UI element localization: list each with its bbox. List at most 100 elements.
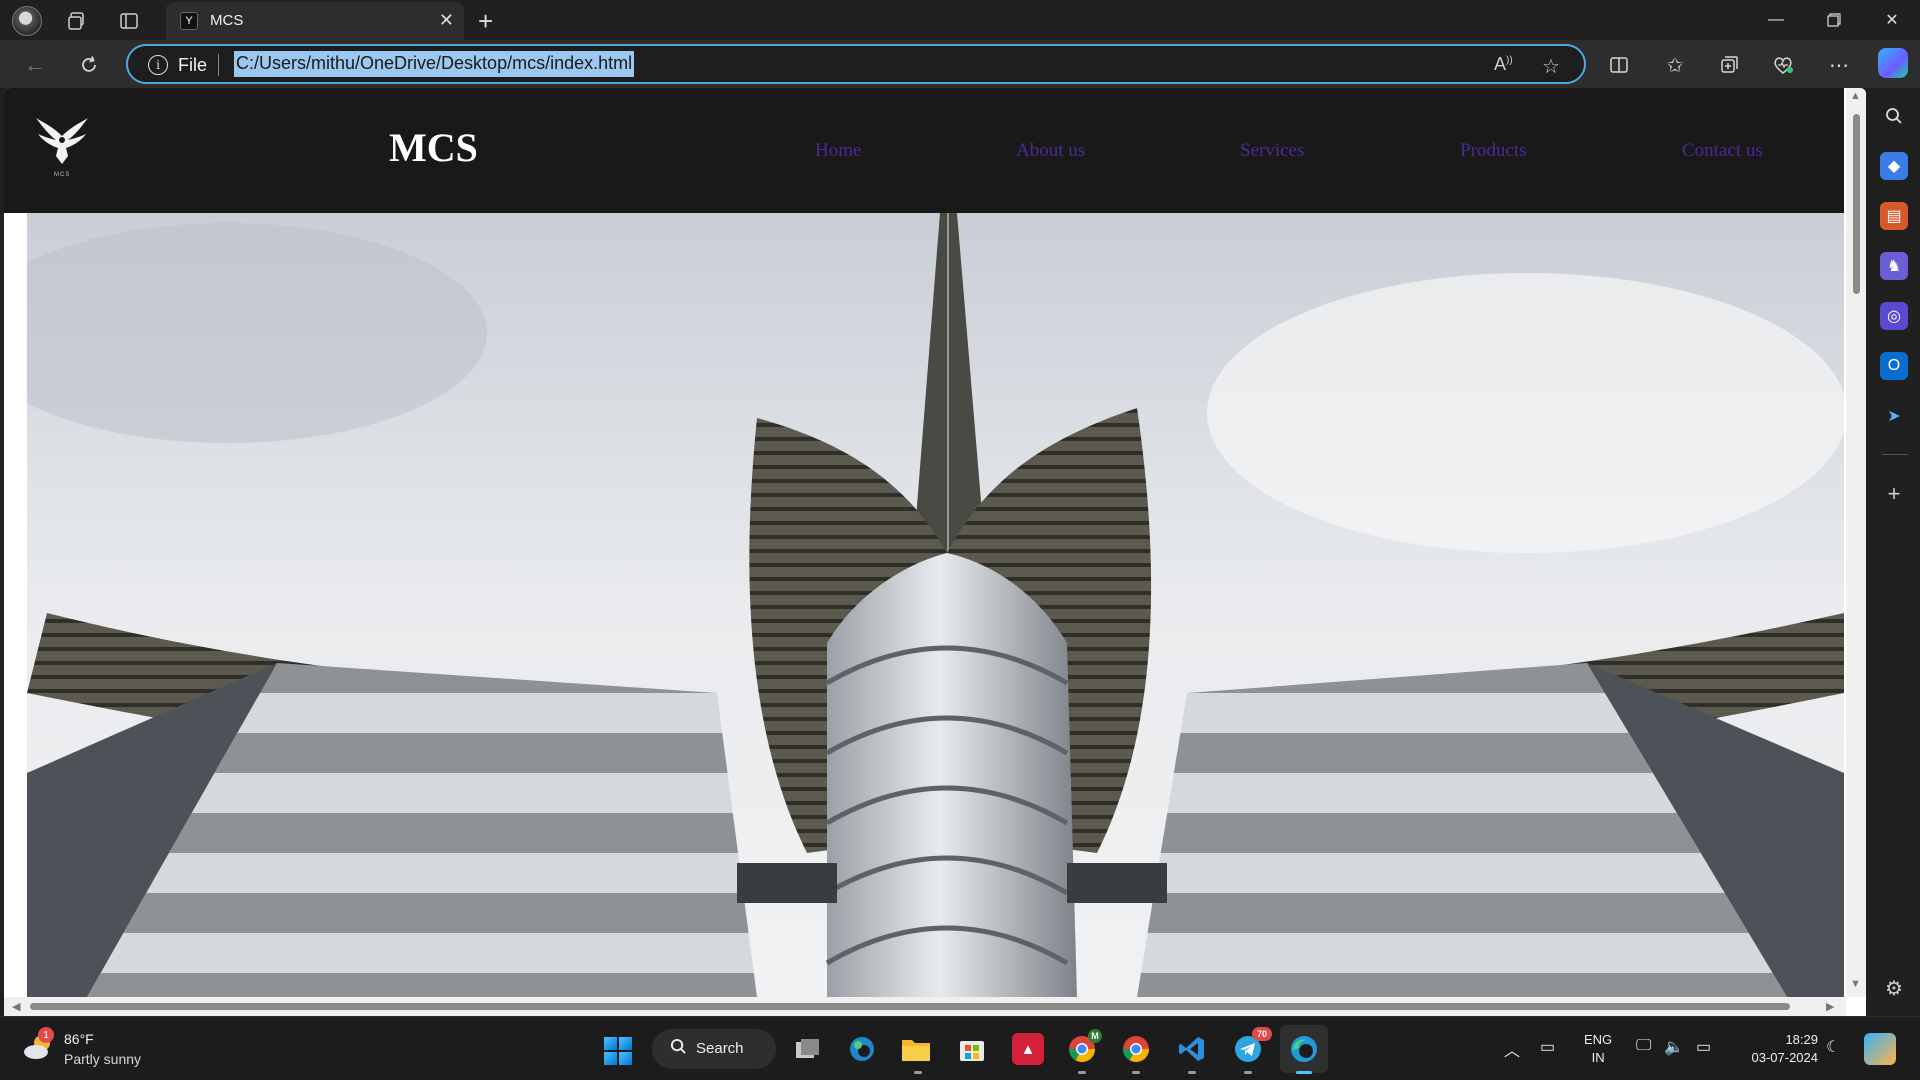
edge-browser-icon[interactable] bbox=[1288, 1033, 1320, 1065]
scroll-down-arrow-icon[interactable]: ▼ bbox=[1850, 978, 1861, 990]
sidebar-search-icon[interactable] bbox=[1880, 102, 1908, 130]
active-indicator bbox=[1296, 1071, 1312, 1074]
volume-icon[interactable]: 🔈 bbox=[1664, 1037, 1684, 1057]
restore-button[interactable] bbox=[1806, 4, 1862, 36]
edge-sidebar: ◆ ▤ ♞ ◎ O ➤ + ⚙ bbox=[1870, 88, 1920, 1016]
sidebar-telegram-icon[interactable]: ➤ bbox=[1880, 402, 1908, 430]
search-label: Search bbox=[696, 1040, 744, 1057]
address-url[interactable]: C:/Users/mithu/OneDrive/Desktop/mcs/inde… bbox=[234, 51, 635, 77]
taskbar-search[interactable]: Search bbox=[652, 1029, 776, 1069]
start-button[interactable] bbox=[604, 1037, 632, 1065]
telegram-icon[interactable]: 70 bbox=[1232, 1027, 1272, 1065]
tab-title: MCS bbox=[210, 12, 244, 29]
vscode-icon[interactable] bbox=[1176, 1033, 1208, 1065]
title-bar: Y MCS ✕ + — ✕ bbox=[0, 0, 1920, 40]
microsoft-store-icon[interactable] bbox=[956, 1033, 988, 1065]
address-bar[interactable]: i File C:/Users/mithu/OneDrive/Desktop/m… bbox=[126, 44, 1586, 84]
weather-temperature: 86°F bbox=[64, 1031, 94, 1047]
telegram-unread-badge: 70 bbox=[1252, 1027, 1272, 1041]
horizontal-scroll-thumb[interactable] bbox=[30, 1003, 1790, 1010]
site-brand-title: MCS bbox=[389, 125, 478, 170]
sidebar-microsoft365-icon[interactable]: ◎ bbox=[1880, 302, 1908, 330]
focus-assist-icon[interactable]: ☾ bbox=[1826, 1037, 1840, 1057]
browser-essentials-icon[interactable] bbox=[1768, 50, 1798, 80]
site-logo-icon[interactable] bbox=[34, 116, 90, 176]
sidebar-divider bbox=[1882, 454, 1908, 455]
vertical-scroll-thumb[interactable] bbox=[1853, 114, 1860, 294]
read-aloud-icon[interactable]: A)) bbox=[1494, 54, 1513, 75]
sidebar-settings-icon[interactable]: ⚙ bbox=[1880, 974, 1908, 1002]
scroll-left-arrow-icon[interactable]: ◀ bbox=[12, 1000, 20, 1013]
network-icon[interactable]: 🖵 bbox=[1636, 1037, 1651, 1055]
tab-mcs[interactable]: Y MCS ✕ bbox=[166, 2, 464, 40]
sidebar-add-icon[interactable]: + bbox=[1880, 480, 1908, 508]
sidebar-outlook-icon[interactable]: O bbox=[1880, 352, 1908, 380]
horizontal-scrollbar[interactable]: ◀ ▶ bbox=[4, 997, 1846, 1016]
back-button[interactable]: ← bbox=[20, 50, 50, 80]
running-indicator bbox=[1188, 1071, 1196, 1074]
workspaces-icon[interactable] bbox=[64, 8, 90, 34]
hero-building-image bbox=[27, 213, 1844, 997]
clock-time: 18:29 bbox=[1785, 1032, 1818, 1047]
minimize-button[interactable]: — bbox=[1748, 4, 1804, 36]
more-options-icon[interactable]: ⋯ bbox=[1824, 50, 1854, 80]
region-code: IN bbox=[1591, 1050, 1605, 1065]
clock-date: 03-07-2024 bbox=[1751, 1050, 1819, 1065]
tablet-mode-icon[interactable]: ▭ bbox=[1540, 1037, 1555, 1057]
copilot-preview-icon[interactable] bbox=[1864, 1033, 1896, 1065]
site-info-icon[interactable]: i bbox=[148, 55, 168, 75]
tab-actions-icon[interactable] bbox=[116, 8, 142, 34]
sidebar-games-icon[interactable]: ♞ bbox=[1880, 252, 1908, 280]
site-logo-text: MCS bbox=[54, 172, 71, 178]
tab-favicon-icon: Y bbox=[180, 12, 198, 30]
page-viewport: MCS MCS Home About us Services Products … bbox=[4, 88, 1866, 1016]
nav-link-services[interactable]: Services bbox=[1240, 140, 1304, 162]
favorite-star-icon[interactable]: ☆ bbox=[1542, 54, 1560, 79]
sidebar-shopping-icon[interactable]: ◆ bbox=[1880, 152, 1908, 180]
start-tile bbox=[619, 1037, 632, 1050]
tab-close-icon[interactable]: ✕ bbox=[439, 10, 454, 31]
nav-link-about[interactable]: About us bbox=[1016, 140, 1085, 162]
show-hidden-icons-chevron-icon[interactable]: ︿ bbox=[1504, 1037, 1520, 1061]
profile-avatar[interactable] bbox=[12, 6, 42, 36]
start-tile bbox=[619, 1052, 632, 1065]
file-explorer-icon[interactable] bbox=[900, 1033, 932, 1065]
nav-link-home[interactable]: Home bbox=[815, 140, 861, 162]
favorites-icon[interactable]: ✩ bbox=[1660, 50, 1690, 80]
language-code: ENG bbox=[1584, 1032, 1613, 1047]
nav-link-products[interactable]: Products bbox=[1460, 140, 1527, 162]
scroll-right-arrow-icon[interactable]: ▶ bbox=[1826, 1000, 1834, 1013]
nav-link-contact[interactable]: Contact us bbox=[1682, 140, 1763, 162]
site-header: MCS MCS Home About us Services Products … bbox=[4, 88, 1844, 213]
sidebar-tools-icon[interactable]: ▤ bbox=[1880, 202, 1908, 230]
start-tile bbox=[604, 1037, 617, 1050]
windows-taskbar: 1 86°F Partly sunny Search ▲ M 70 ︿ ▭ EN… bbox=[0, 1016, 1920, 1080]
split-screen-icon[interactable] bbox=[1604, 50, 1634, 80]
edge-beta-icon[interactable] bbox=[846, 1033, 878, 1065]
running-indicator bbox=[914, 1071, 922, 1074]
amd-software-icon[interactable]: ▲ bbox=[1012, 1033, 1044, 1065]
running-indicator bbox=[1132, 1071, 1140, 1074]
chrome-profile-badge: M bbox=[1088, 1029, 1102, 1043]
vertical-scrollbar[interactable]: ▲ ▼ bbox=[1846, 88, 1866, 997]
system-clock[interactable]: 18:29 03-07-2024 bbox=[1738, 1031, 1819, 1067]
browser-toolbar: ← i File C:/Users/mithu/OneDrive/Desktop… bbox=[0, 40, 1920, 88]
refresh-button[interactable] bbox=[74, 50, 104, 80]
scroll-up-arrow-icon[interactable]: ▲ bbox=[1850, 90, 1861, 102]
collections-icon[interactable] bbox=[1714, 50, 1744, 80]
chrome-icon[interactable] bbox=[1120, 1033, 1152, 1065]
address-scheme: File bbox=[178, 55, 208, 75]
running-indicator bbox=[1244, 1071, 1252, 1074]
chrome-profile-m-icon[interactable]: M bbox=[1066, 1029, 1102, 1065]
input-language[interactable]: ENG IN bbox=[1584, 1031, 1612, 1067]
search-icon bbox=[670, 1038, 687, 1060]
close-window-button[interactable]: ✕ bbox=[1864, 4, 1920, 36]
task-view-icon[interactable] bbox=[792, 1033, 824, 1065]
copilot-icon[interactable] bbox=[1878, 48, 1908, 78]
address-separator bbox=[218, 54, 219, 76]
weather-notification-badge: 1 bbox=[38, 1027, 54, 1043]
battery-icon[interactable]: ▭ bbox=[1696, 1037, 1711, 1057]
running-indicator bbox=[1078, 1071, 1086, 1074]
new-tab-button[interactable]: + bbox=[478, 6, 493, 37]
weather-description: Partly sunny bbox=[64, 1051, 142, 1067]
